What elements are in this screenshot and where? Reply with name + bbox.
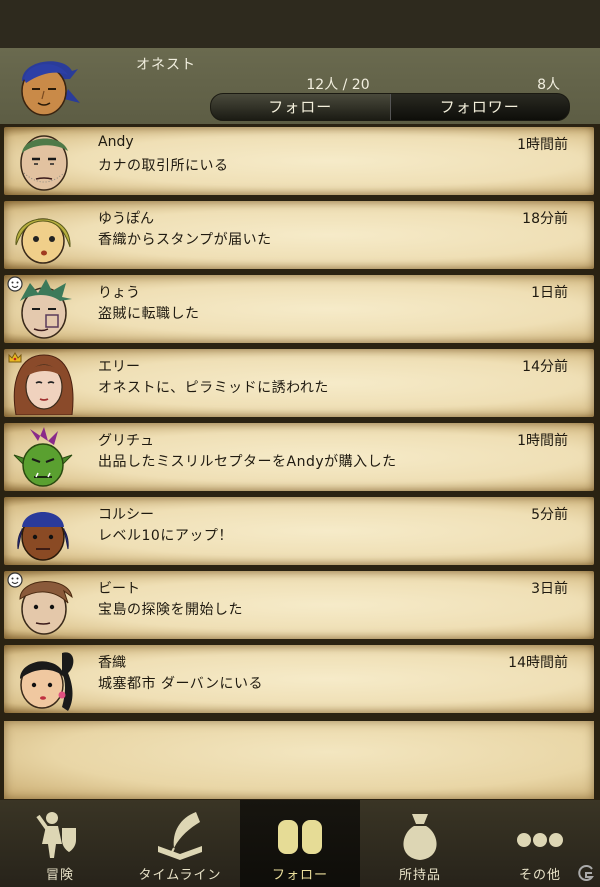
money-bag-icon bbox=[403, 814, 437, 860]
timeline-row[interactable]: 香織 城塞都市 ダーバンにいる 14時間前 bbox=[4, 645, 594, 713]
user-name: 香織 bbox=[98, 655, 126, 671]
tab-label: タイムライン bbox=[138, 868, 222, 883]
timeline-list[interactable]: Andy カナの取引所にいる 1時間前 ゆうぽん 香織からスタンプが届いた 18… bbox=[0, 124, 600, 800]
user-name: Andy bbox=[98, 134, 134, 150]
player-avatar[interactable] bbox=[14, 53, 80, 119]
activity-message: 宝島の探険を開始した bbox=[98, 602, 243, 618]
activity-message: 香織からスタンプが届いた bbox=[98, 232, 272, 248]
corsie-face-icon bbox=[17, 512, 69, 561]
user-name: ビート bbox=[98, 581, 140, 597]
follow-count: 12人 / 20 bbox=[306, 77, 370, 93]
users-icon bbox=[278, 820, 322, 854]
tab-follower[interactable]: フォロワー bbox=[389, 94, 569, 120]
tab-label: フォロー bbox=[271, 868, 328, 883]
timeline-row[interactable]: りょう 盗賊に転職した 1日前 bbox=[4, 275, 594, 343]
activity-message: 出品したミスリルセプターをAndyが購入した bbox=[98, 454, 397, 470]
tab-follow[interactable]: フォロー bbox=[211, 94, 390, 120]
watermark-logo bbox=[578, 865, 594, 881]
activity-message: カナの取引所にいる bbox=[98, 158, 229, 174]
beat-face-icon bbox=[19, 581, 73, 635]
ryou-face-icon bbox=[20, 279, 72, 339]
activity-message: 城塞都市 ダーバンにいる bbox=[98, 676, 264, 692]
player-name: オネスト bbox=[136, 57, 196, 73]
timeline-row[interactable]: ゆうぽん 香織からスタンプが届いた 18分前 bbox=[4, 201, 594, 269]
tab-follow-nav[interactable]: フォロー bbox=[240, 800, 360, 887]
orc-face-icon bbox=[13, 427, 73, 487]
tab-adventure[interactable]: 冒険 bbox=[0, 800, 120, 887]
quill-book-icon bbox=[158, 812, 202, 860]
activity-message: オネストに、ピラミッドに誘われた bbox=[98, 380, 329, 396]
timestamp: 1時間前 bbox=[517, 137, 568, 153]
timestamp: 1時間前 bbox=[517, 433, 568, 449]
kaori-face-icon bbox=[20, 652, 74, 711]
user-name: エリー bbox=[98, 359, 140, 375]
user-name: りょう bbox=[98, 285, 140, 301]
user-name: グリチュ bbox=[98, 433, 154, 449]
tab-label: 所持品 bbox=[398, 868, 441, 883]
yuupon-face-icon bbox=[15, 218, 71, 264]
timestamp: 14時間前 bbox=[508, 655, 568, 671]
empty-list-area bbox=[4, 721, 594, 799]
tab-label: 冒険 bbox=[45, 868, 74, 883]
tab-timeline[interactable]: タイムライン bbox=[120, 800, 240, 887]
user-name: ゆうぽん bbox=[98, 211, 154, 227]
timestamp: 18分前 bbox=[522, 211, 568, 227]
bottom-tab-bar: 冒険 タイムライン フォロー 所持品 その他 bbox=[0, 800, 600, 887]
timeline-row[interactable]: ビート 宝島の探険を開始した 3日前 bbox=[4, 571, 594, 639]
timestamp: 14分前 bbox=[522, 359, 568, 375]
status-bar bbox=[0, 0, 600, 48]
activity-message: 盗賊に転職した bbox=[98, 306, 200, 322]
timeline-row[interactable]: グリチュ 出品したミスリルセプターをAndyが購入した 1時間前 bbox=[4, 423, 594, 491]
timestamp: 3日前 bbox=[531, 581, 568, 597]
activity-message: レベル10にアップ！ bbox=[98, 528, 233, 544]
profile-header: オネスト 12人 / 20 8人 フォロー フォロワー bbox=[0, 48, 600, 124]
adventurer-icon bbox=[36, 812, 76, 858]
more-dots-icon bbox=[517, 833, 563, 847]
timestamp: 5分前 bbox=[531, 507, 568, 523]
timeline-row[interactable]: コルシー レベル10にアップ！ 5分前 bbox=[4, 497, 594, 565]
follower-count: 8人 bbox=[537, 77, 560, 93]
follow-segmented-control: フォロー フォロワー bbox=[210, 93, 570, 121]
timeline-row[interactable]: エリー オネストに、ピラミッドに誘われた 14分前 bbox=[4, 349, 594, 417]
elly-face-icon bbox=[13, 354, 74, 415]
andy-face-icon bbox=[20, 135, 68, 191]
tab-items[interactable]: 所持品 bbox=[360, 800, 480, 887]
timeline-row[interactable]: Andy カナの取引所にいる 1時間前 bbox=[4, 127, 594, 195]
timestamp: 1日前 bbox=[531, 285, 568, 301]
user-name: コルシー bbox=[98, 507, 154, 523]
